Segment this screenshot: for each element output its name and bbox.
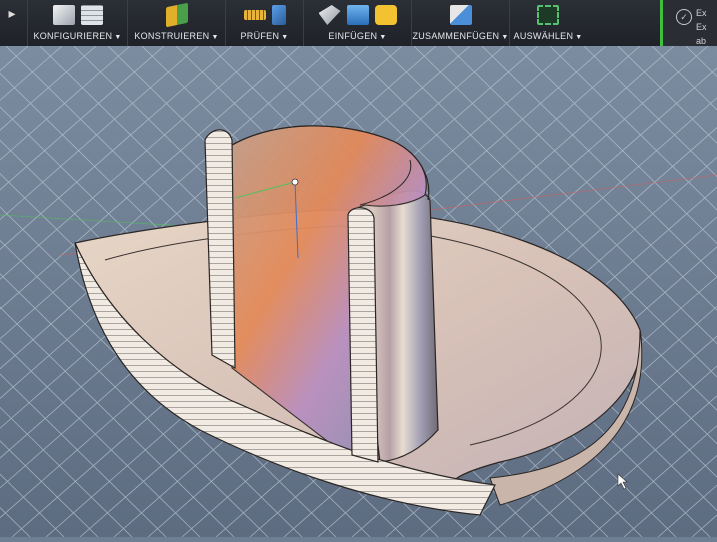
arrow-icon: ▸ (8, 5, 16, 21)
notification-line-3: ab (696, 36, 707, 46)
notification-line-2: Ex (696, 22, 707, 32)
toolbar-group-insert[interactable]: EINFÜGEN ▼ (304, 0, 412, 46)
viewport-canvas[interactable] (0, 45, 717, 538)
toolbar-group-construct[interactable]: KONSTRUIEREN ▼ (128, 0, 226, 46)
right-wall-section-cut (347, 207, 379, 463)
toolbar-group-configure[interactable]: KONFIGURIEREN ▼ (28, 0, 128, 46)
chevron-down-icon: ▼ (281, 34, 289, 41)
toolbar-left-stub[interactable]: ▸ (0, 0, 28, 46)
origin-point[interactable] (291, 178, 299, 186)
check-circle-icon: ✓ (676, 9, 692, 25)
toolbar: ▸ KONFIGURIEREN ▼ KONSTRUIEREN ▼ PRÜFEN ▼ E… (0, 0, 660, 47)
toolbar-group-select[interactable]: AUSWÄHLEN ▼ (510, 0, 586, 46)
decal-icon (374, 5, 397, 25)
assemble-icon (449, 5, 472, 25)
table-icon (80, 5, 103, 25)
insert-label: EINFÜGEN (328, 31, 378, 41)
toolbar-group-inspect[interactable]: PRÜFEN ▼ (226, 0, 304, 46)
configure-icon (52, 5, 75, 25)
chevron-down-icon: ▼ (575, 34, 583, 41)
section-icon (271, 5, 286, 25)
chevron-down-icon: ▼ (501, 34, 509, 41)
assemble-label: ZUSAMMENFÜGEN (412, 31, 500, 41)
measure-icon (243, 10, 266, 20)
chevron-down-icon: ▼ (211, 34, 219, 41)
select-window-icon (537, 5, 559, 25)
chevron-down-icon: ▼ (379, 34, 387, 41)
construct-label: KONSTRUIEREN (134, 31, 210, 41)
inspect-label: PRÜFEN (240, 31, 280, 41)
3d-viewport[interactable] (0, 45, 717, 538)
select-label: AUSWÄHLEN (513, 31, 574, 41)
chevron-down-icon: ▼ (114, 34, 122, 41)
construct-plane-icon (165, 2, 188, 28)
notification-line-1: Ex (696, 8, 707, 18)
image-icon (346, 5, 369, 25)
insert-icon (318, 5, 341, 25)
toolbar-group-assemble[interactable]: ZUSAMMENFÜGEN ▼ (412, 0, 510, 46)
configure-label: KONFIGURIEREN (33, 31, 113, 41)
